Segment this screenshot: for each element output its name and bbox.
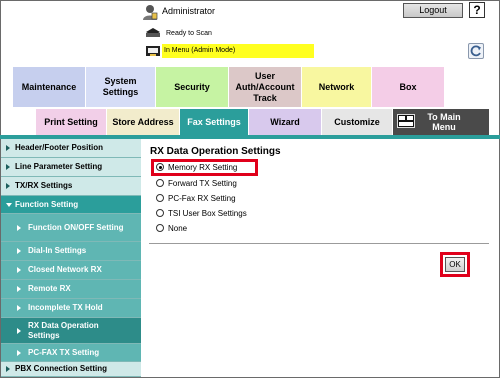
radio-button[interactable]	[156, 179, 164, 187]
to-main-menu-button[interactable]: To Main Menu	[393, 109, 489, 135]
sidebar-item-label: Function ON/OFF Setting	[28, 222, 124, 232]
sidebar-item-closed-network[interactable]: Closed Network RX	[1, 261, 141, 280]
mode-indicator: In Menu (Admin Mode)	[162, 44, 314, 58]
tab-user-auth[interactable]: User Auth/Account Track	[229, 67, 301, 107]
sidebar-item-label: PBX Connection Setting	[15, 364, 107, 373]
option-label: None	[168, 223, 188, 233]
sidebar-item-label: Remote RX	[28, 284, 71, 293]
option-label: Forward TX Setting	[168, 178, 237, 188]
sidebar-item-label: Dial-In Settings	[28, 246, 87, 255]
subtab-customize[interactable]: Customize	[322, 109, 392, 135]
to-main-menu-label: To Main Menu	[427, 112, 461, 132]
sidebar-item-rx-data-operation[interactable]: RX Data Operation Settings	[1, 318, 141, 344]
ok-button[interactable]: OK	[445, 257, 465, 272]
status-text: Ready to Scan	[166, 30, 212, 37]
sidebar-item-header-footer[interactable]: Header/Footer Position	[1, 139, 141, 158]
chevron-right-icon	[6, 145, 10, 151]
logout-button[interactable]: Logout	[403, 3, 463, 18]
sidebar: Header/Footer Position Line Parameter Se…	[1, 139, 141, 377]
sidebar-item-label: Line Parameter Setting	[15, 162, 103, 171]
sidebar-item-line-parameter[interactable]: Line Parameter Setting	[1, 158, 141, 177]
sidebar-item-label: RX Data Operation Settings	[28, 320, 99, 340]
chevron-right-icon	[17, 305, 21, 311]
subtab-print-setting[interactable]: Print Setting	[36, 109, 106, 135]
content-divider	[149, 243, 489, 244]
sidebar-item-function-setting[interactable]: Function Setting	[1, 196, 141, 214]
chevron-right-icon	[17, 349, 21, 356]
chevron-right-icon	[17, 248, 21, 254]
tab-box[interactable]: Box	[372, 67, 444, 107]
subtab-store-address[interactable]: Store Address	[107, 109, 179, 135]
page-title: RX Data Operation Settings	[150, 146, 281, 157]
subtab-wizard[interactable]: Wizard	[249, 109, 321, 135]
refresh-button[interactable]	[468, 43, 484, 59]
chevron-right-icon	[17, 224, 21, 231]
sidebar-item-label: Closed Network RX	[28, 265, 102, 274]
chevron-right-icon	[6, 183, 10, 189]
chevron-right-icon	[17, 267, 21, 273]
radio-button[interactable]	[156, 209, 164, 217]
option-none[interactable]: None	[156, 222, 187, 234]
sidebar-item-tx-rx[interactable]: TX/RX Settings	[1, 177, 141, 196]
help-button[interactable]: ?	[469, 2, 485, 18]
main-menu-icon	[397, 114, 415, 130]
sidebar-item-label: PC-FAX TX Setting	[28, 347, 100, 357]
chevron-right-icon	[6, 366, 10, 372]
sidebar-item-label: Incomplete TX Hold	[28, 303, 103, 312]
tab-maintenance[interactable]: Maintenance	[13, 67, 85, 107]
user-name: Administrator	[162, 6, 216, 16]
radio-button[interactable]	[156, 194, 164, 202]
sidebar-item-pc-fax-tx[interactable]: PC-FAX TX Setting	[1, 344, 141, 362]
sidebar-item-dial-in[interactable]: Dial-In Settings	[1, 242, 141, 261]
sidebar-item-label: Header/Footer Position	[15, 143, 104, 152]
tab-network[interactable]: Network	[302, 67, 371, 107]
option-label: Memory RX Setting	[168, 162, 238, 172]
option-label: TSI User Box Settings	[168, 208, 247, 218]
administrator-icon	[142, 4, 158, 20]
option-pc-fax-rx[interactable]: PC-Fax RX Setting	[156, 192, 236, 204]
machine-icon	[145, 44, 161, 58]
sidebar-item-function-on-off[interactable]: Function ON/OFF Setting	[1, 214, 141, 242]
chevron-right-icon	[17, 286, 21, 292]
chevron-right-icon	[6, 164, 10, 170]
option-forward-tx[interactable]: Forward TX Setting	[156, 177, 237, 189]
chevron-right-icon	[17, 327, 21, 334]
sidebar-item-pbx-connection[interactable]: PBX Connection Setting	[1, 362, 141, 377]
subtab-fax-settings[interactable]: Fax Settings	[180, 109, 248, 135]
scanner-icon	[145, 27, 161, 39]
sidebar-item-label: TX/RX Settings	[15, 181, 73, 190]
option-tsi-user-box[interactable]: TSI User Box Settings	[156, 207, 247, 219]
tab-system-settings[interactable]: System Settings	[86, 67, 155, 107]
chevron-down-icon	[6, 202, 12, 207]
sidebar-item-label: Function Setting	[15, 199, 79, 209]
radio-button[interactable]	[156, 163, 164, 171]
radio-button[interactable]	[156, 224, 164, 232]
option-memory-rx[interactable]: Memory RX Setting	[156, 161, 237, 173]
tab-security[interactable]: Security	[156, 67, 228, 107]
option-label: PC-Fax RX Setting	[168, 193, 236, 203]
sidebar-item-incomplete-tx[interactable]: Incomplete TX Hold	[1, 299, 141, 318]
refresh-icon	[469, 45, 483, 60]
sidebar-item-remote-rx[interactable]: Remote RX	[1, 280, 141, 299]
